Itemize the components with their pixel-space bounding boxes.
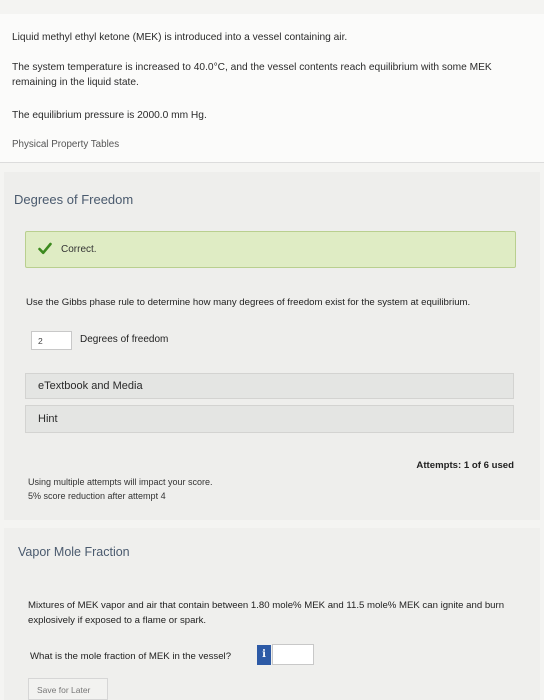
problem-system-conditions: The system temperature is increased to 4…: [12, 62, 492, 88]
part-vapor-mole-fraction: Vapor Mole Fraction Mixtures of MEK vapo…: [4, 528, 540, 700]
info-icon[interactable]: i: [257, 645, 271, 665]
attempts-note-line-2: 5% score reduction after attempt 4: [28, 491, 166, 501]
checkmark-icon: [38, 242, 52, 255]
problem-statement: Liquid methyl ethyl ketone (MEK) is intr…: [0, 14, 544, 163]
attempts-note-line-1: Using multiple attempts will impact your…: [28, 477, 213, 487]
degrees-of-freedom-input[interactable]: 2: [31, 331, 72, 350]
part-title: Vapor Mole Fraction: [18, 545, 130, 559]
question-text: Use the Gibbs phase rule to determine ho…: [26, 297, 471, 308]
problem-pressure: The equilibrium pressure is 2000.0 mm Hg…: [12, 110, 207, 121]
feedback-text: Correct.: [61, 244, 97, 255]
attempts-count: 1 of 6 used: [463, 460, 514, 471]
mole-fraction-input[interactable]: [272, 644, 314, 665]
attempts-note: Using multiple attempts will impact your…: [28, 475, 213, 503]
correct-feedback-banner: Correct.: [25, 231, 516, 268]
etextbook-media-button[interactable]: eTextbook and Media: [25, 373, 514, 399]
save-for-later-button[interactable]: Save for Later: [28, 678, 108, 700]
part-degrees-of-freedom: Degrees of Freedom Correct. Use the Gibb…: [4, 172, 540, 520]
part-title: Degrees of Freedom: [14, 192, 134, 207]
page: Liquid methyl ethyl ketone (MEK) is intr…: [0, 0, 544, 700]
physical-property-tables-link[interactable]: Physical Property Tables: [12, 137, 119, 152]
mixture-info-text: Mixtures of MEK vapor and air that conta…: [28, 600, 505, 626]
question-text: What is the mole fraction of MEK in the …: [30, 651, 232, 662]
problem-intro: Liquid methyl ethyl ketone (MEK) is intr…: [12, 32, 348, 43]
hint-button[interactable]: Hint: [25, 405, 514, 433]
answer-unit-label: Degrees of freedom: [80, 334, 169, 345]
attempts-label: Attempts:: [416, 460, 462, 471]
attempts-counter: Attempts: 1 of 6 used: [416, 460, 514, 471]
